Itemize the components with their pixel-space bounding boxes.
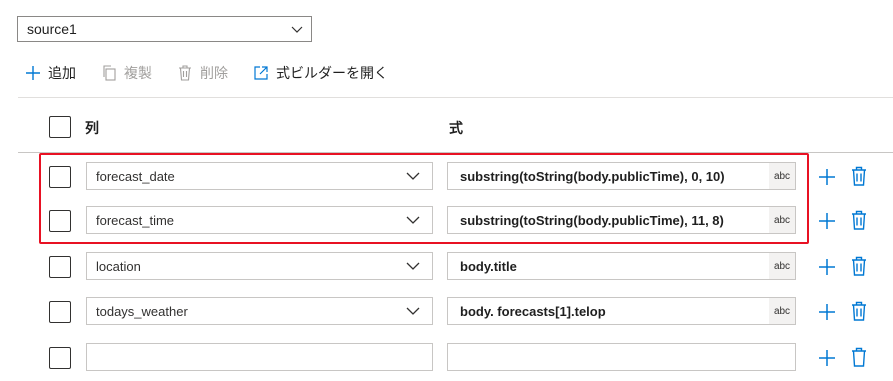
table-row (0, 336, 893, 381)
chevron-down-icon (406, 307, 420, 315)
expression-input[interactable]: body.title abc (447, 252, 796, 280)
delete-button[interactable]: 削除 (176, 63, 228, 83)
delete-row-button[interactable] (849, 210, 869, 230)
source-dropdown-value: source1 (27, 21, 77, 37)
copy-icon (100, 64, 118, 82)
copy-button[interactable]: 複製 (100, 63, 152, 83)
toolbar: 追加 複製 削除 式ビルダーを開く (24, 60, 412, 86)
row-checkbox[interactable] (49, 347, 71, 369)
column-dropdown-value: todays_weather (96, 303, 188, 319)
add-row-button[interactable] (817, 167, 837, 187)
add-button[interactable]: 追加 (24, 63, 76, 83)
delete-row-button[interactable] (849, 166, 869, 186)
type-badge: abc (769, 298, 795, 324)
expression-header: 式 (449, 120, 463, 136)
column-header: 列 (85, 120, 99, 136)
open-external-icon (252, 64, 270, 82)
expression-input[interactable] (447, 343, 796, 371)
add-row-button[interactable] (817, 211, 837, 231)
plus-icon (24, 64, 42, 82)
highlight-annotation (39, 153, 809, 244)
type-badge: abc (769, 253, 795, 279)
source-dropdown[interactable]: source1 (17, 16, 312, 42)
open-expression-builder-label: 式ビルダーを開く (276, 65, 388, 81)
column-dropdown-value: location (96, 258, 141, 274)
add-row-button[interactable] (817, 302, 837, 322)
chevron-down-icon (291, 26, 303, 33)
add-row-button[interactable] (817, 348, 837, 368)
trash-icon (176, 64, 194, 82)
open-expression-builder-button[interactable]: 式ビルダーを開く (252, 63, 388, 83)
delete-button-label: 削除 (200, 65, 228, 81)
row-checkbox[interactable] (49, 301, 71, 323)
column-dropdown[interactable]: location (86, 252, 433, 280)
expression-text: body. forecasts[1].telop (460, 303, 606, 319)
table-row: location body.title abc (0, 245, 893, 290)
delete-row-button[interactable] (849, 347, 869, 367)
table-row: todays_weather body. forecasts[1].telop … (0, 290, 893, 335)
row-checkbox[interactable] (49, 256, 71, 278)
chevron-down-icon (406, 262, 420, 270)
column-dropdown[interactable] (86, 343, 433, 371)
toolbar-divider (18, 97, 893, 98)
add-button-label: 追加 (48, 65, 76, 81)
delete-row-button[interactable] (849, 301, 869, 321)
select-all-checkbox[interactable] (49, 116, 71, 138)
add-row-button[interactable] (817, 257, 837, 277)
delete-row-button[interactable] (849, 256, 869, 276)
expression-input[interactable]: body. forecasts[1].telop abc (447, 297, 796, 325)
column-dropdown[interactable]: todays_weather (86, 297, 433, 325)
expression-text: body.title (460, 258, 517, 274)
copy-button-label: 複製 (124, 65, 152, 81)
